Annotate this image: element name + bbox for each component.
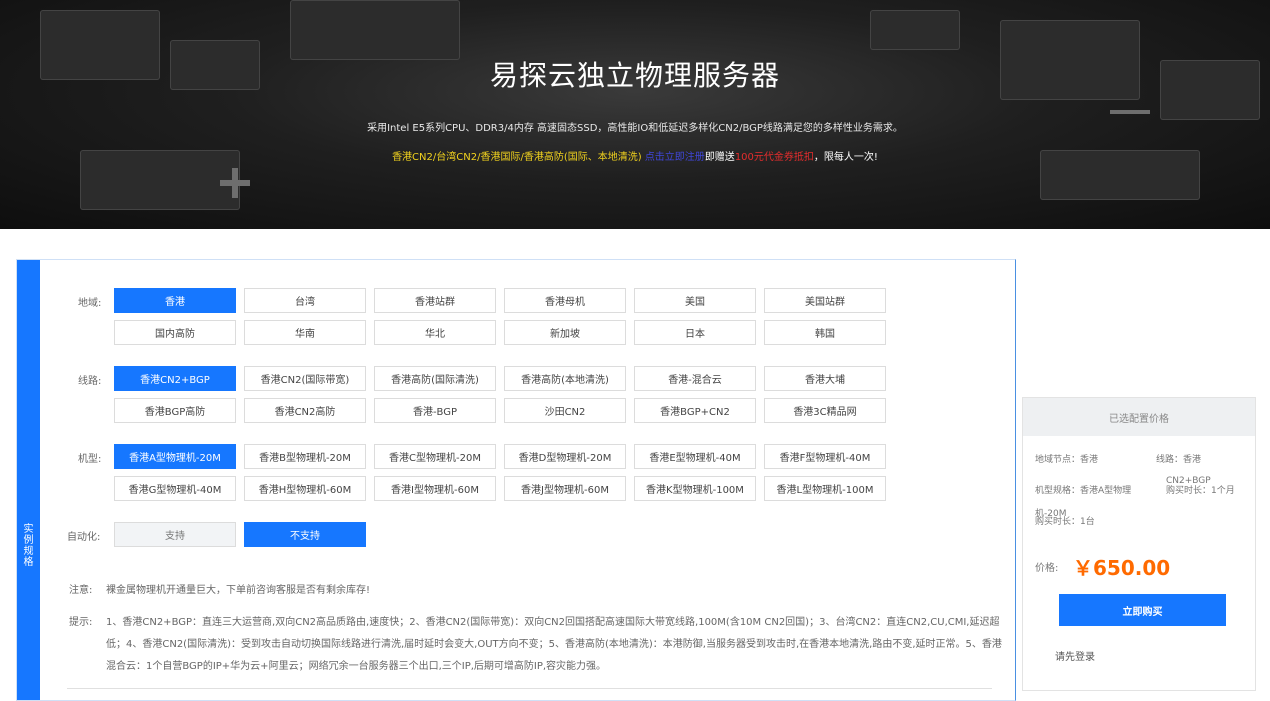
line-option[interactable]: 香港BGP高防 bbox=[114, 398, 236, 423]
line-option[interactable]: 香港-混合云 bbox=[634, 366, 756, 391]
divider bbox=[67, 688, 992, 689]
notice-text: 裸金属物理机开通量巨大，下单前咨询客服是否有剩余库存! bbox=[106, 581, 370, 596]
line-option[interactable]: 香港CN2高防 bbox=[244, 398, 366, 423]
circuit-pin-decoration bbox=[232, 168, 238, 198]
region-option[interactable]: 日本 bbox=[634, 320, 756, 345]
model-option[interactable]: 香港H型物理机-60M bbox=[244, 476, 366, 501]
page-title: 易探云独立物理服务器 bbox=[0, 54, 1270, 94]
tips-label: 提示: bbox=[69, 612, 92, 634]
automation-supported-option[interactable]: 支持 bbox=[114, 522, 236, 547]
register-link[interactable]: 点击立即注册 bbox=[645, 152, 705, 163]
region-option[interactable]: 华南 bbox=[244, 320, 366, 345]
hero-subtitle: 采用Intel E5系列CPU、DDR3/4内存 高速固态SSD，高性能IO和低… bbox=[0, 119, 1270, 134]
line-option[interactable]: 香港BGP+CN2 bbox=[634, 398, 756, 423]
notice-label: 注意: bbox=[69, 581, 92, 596]
price-summary-box: 已选配置价格 地域节点：香港 线路：香港 CN2+BGP 机型规格：香港A型物理… bbox=[1022, 397, 1256, 691]
selected-region-node: 地域节点：香港 bbox=[1035, 452, 1098, 465]
model-option[interactable]: 香港F型物理机-40M bbox=[764, 444, 886, 469]
promo-coupon: 100元代金券抵扣 bbox=[735, 152, 814, 163]
automation-label: 自动化: bbox=[67, 528, 100, 543]
region-label: 地域: bbox=[78, 294, 101, 309]
line-option[interactable]: 香港CN2(国际带宽) bbox=[244, 366, 366, 391]
promo-limit: ，限每人一次! bbox=[814, 152, 878, 163]
selected-quantity: 购买时长：1台 bbox=[1035, 514, 1095, 527]
model-option[interactable]: 香港I型物理机-60M bbox=[374, 476, 496, 501]
config-panel: 实例规格 地域: 线路: 机型: 自动化: 支持 不支持 注意: 裸金属物理机开… bbox=[16, 259, 1016, 701]
region-option[interactable]: 香港 bbox=[114, 288, 236, 313]
price-value: ￥650.00 bbox=[1073, 552, 1170, 581]
model-option[interactable]: 香港A型物理机-20M bbox=[114, 444, 236, 469]
line-option[interactable]: 香港-BGP bbox=[374, 398, 496, 423]
model-option[interactable]: 香港J型物理机-60M bbox=[504, 476, 626, 501]
circuit-pin-decoration bbox=[1110, 110, 1150, 114]
circuit-chip-decoration bbox=[290, 0, 460, 60]
circuit-chip-decoration bbox=[870, 10, 960, 50]
region-option[interactable]: 香港站群 bbox=[374, 288, 496, 313]
line-label: 线路: bbox=[78, 372, 101, 387]
line-option[interactable]: 沙田CN2 bbox=[504, 398, 626, 423]
selected-line: 线路：香港 bbox=[1156, 452, 1201, 465]
hero-banner: 易探云独立物理服务器 采用Intel E5系列CPU、DDR3/4内存 高速固态… bbox=[0, 0, 1270, 229]
model-option[interactable]: 香港B型物理机-20M bbox=[244, 444, 366, 469]
region-option[interactable]: 韩国 bbox=[764, 320, 886, 345]
promo-text: 即赠送 bbox=[705, 152, 735, 163]
automation-unsupported-option[interactable]: 不支持 bbox=[244, 522, 366, 547]
region-option[interactable]: 香港母机 bbox=[504, 288, 626, 313]
promo-lines: 香港CN2/台湾CN2/香港国际/香港高防(国际、本地清洗) bbox=[392, 152, 642, 163]
line-option[interactable]: 香港高防(本地清洗) bbox=[504, 366, 626, 391]
buy-now-button[interactable]: 立即购买 bbox=[1059, 594, 1226, 626]
model-option[interactable]: 香港C型物理机-20M bbox=[374, 444, 496, 469]
model-label: 机型: bbox=[78, 450, 101, 465]
region-option[interactable]: 美国 bbox=[634, 288, 756, 313]
model-option[interactable]: 香港G型物理机-40M bbox=[114, 476, 236, 501]
selected-model: 机型规格：香港A型物理 bbox=[1035, 483, 1131, 496]
region-option[interactable]: 国内高防 bbox=[114, 320, 236, 345]
side-tab-label: 实例规格 bbox=[20, 524, 37, 568]
hero-promo: 香港CN2/台湾CN2/香港国际/香港高防(国际、本地清洗) 点击立即注册即赠送… bbox=[0, 148, 1270, 163]
line-option[interactable]: 香港大埔 bbox=[764, 366, 886, 391]
line-option[interactable]: 香港高防(国际清洗) bbox=[374, 366, 496, 391]
model-option[interactable]: 香港D型物理机-20M bbox=[504, 444, 626, 469]
price-box-title: 已选配置价格 bbox=[1023, 398, 1255, 436]
region-option[interactable]: 美国站群 bbox=[764, 288, 886, 313]
spec-side-tab: 实例规格 bbox=[17, 260, 40, 700]
login-link[interactable]: 请先登录 bbox=[1055, 648, 1095, 663]
selected-duration: 购买时长：1个月 bbox=[1166, 483, 1235, 496]
line-option[interactable]: 香港3C精品网 bbox=[764, 398, 886, 423]
region-option[interactable]: 华北 bbox=[374, 320, 496, 345]
region-option[interactable]: 新加坡 bbox=[504, 320, 626, 345]
tips-text: 1、香港CN2+BGP：直连三大运营商,双向CN2高品质路由,速度快；2、香港C… bbox=[106, 612, 1011, 678]
model-option[interactable]: 香港E型物理机-40M bbox=[634, 444, 756, 469]
model-option[interactable]: 香港K型物理机-100M bbox=[634, 476, 756, 501]
region-option[interactable]: 台湾 bbox=[244, 288, 366, 313]
price-label: 价格: bbox=[1035, 559, 1058, 574]
model-option[interactable]: 香港L型物理机-100M bbox=[764, 476, 886, 501]
line-option[interactable]: 香港CN2+BGP bbox=[114, 366, 236, 391]
